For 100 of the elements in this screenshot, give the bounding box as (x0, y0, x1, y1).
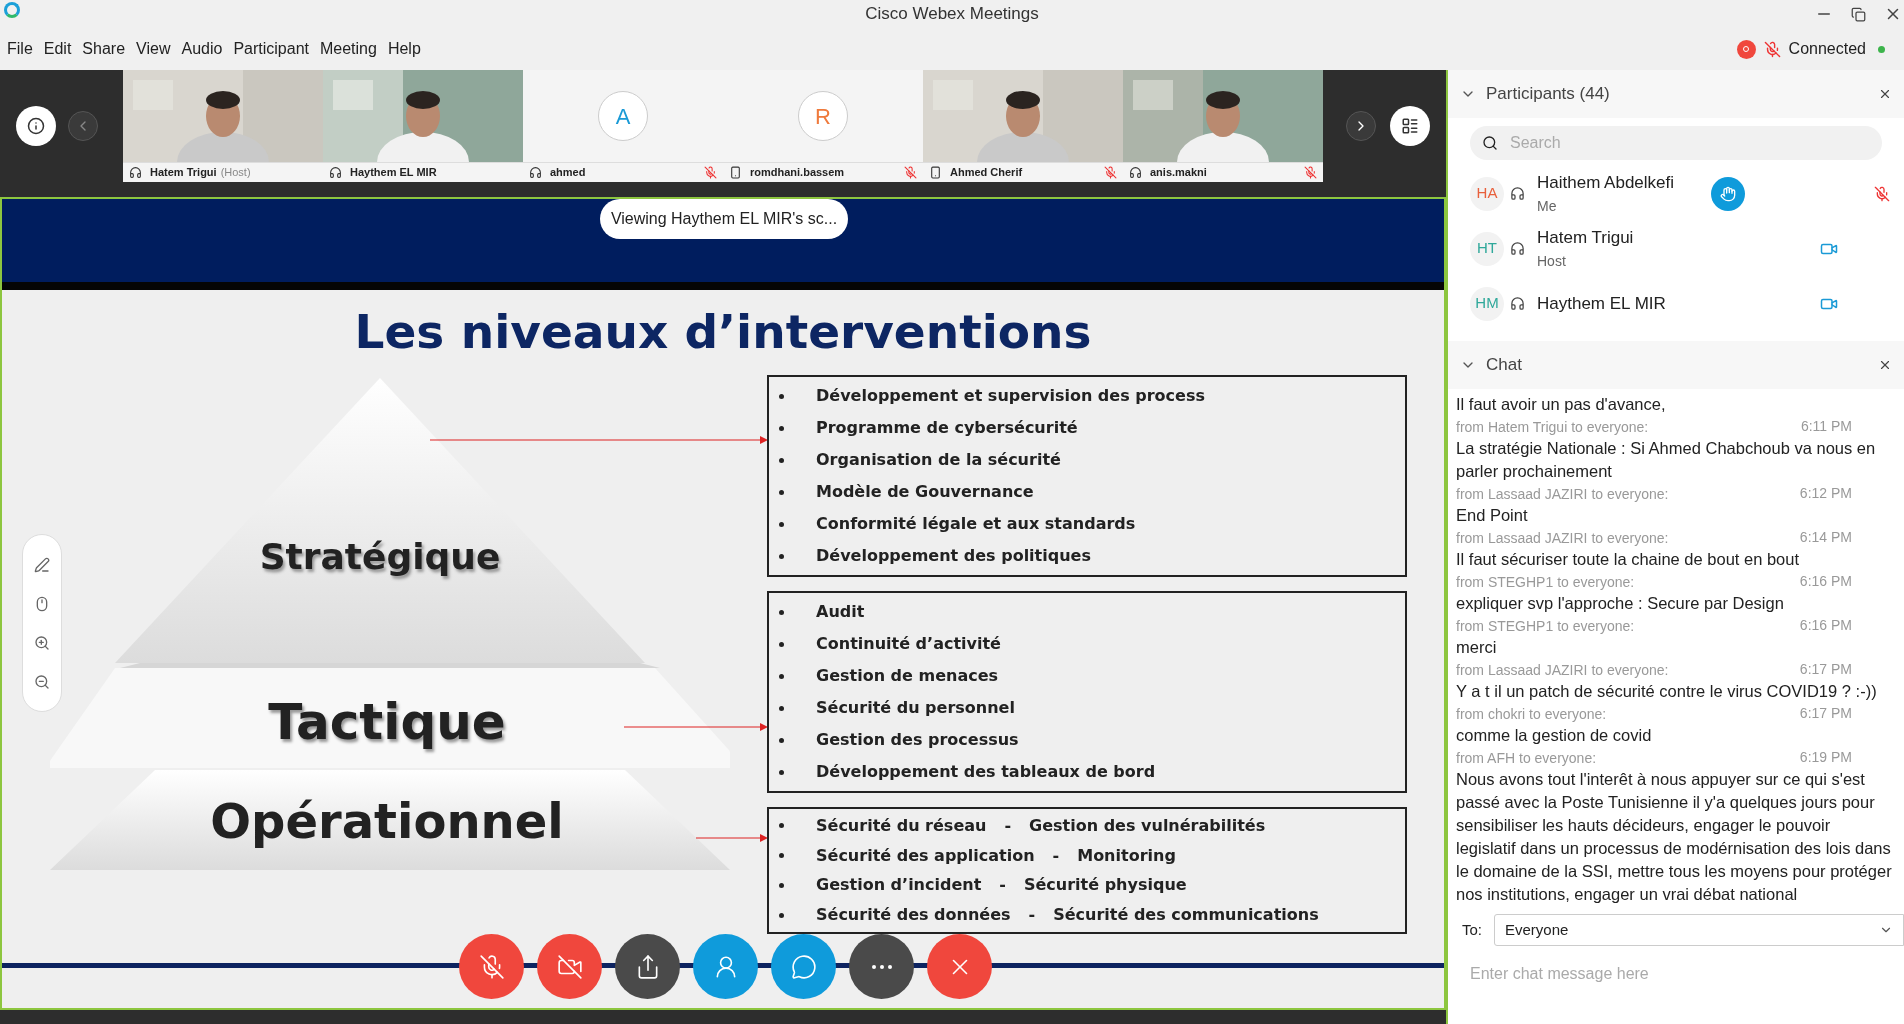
dash: - (1028, 904, 1036, 927)
chat-message: End Point (1456, 505, 1529, 526)
close-icon[interactable] (1878, 358, 1892, 372)
participant-name: romdhani.bassem (750, 165, 845, 181)
info-button[interactable] (16, 106, 56, 146)
bullet-text: Développement des tableaux de bord (816, 761, 1156, 783)
message-time: 6:17 PM (1799, 704, 1852, 723)
chat-message: La stratégie Nationale : Si Ahmed Chabchoub va nous en parler prochainement (1456, 438, 1877, 482)
bullet-text: Sécurité des application (816, 844, 1035, 867)
bullet-text: Développement et supervision des process (816, 385, 1205, 407)
chat-bubble-icon (790, 953, 817, 980)
slide-title: Les niveaux d’interventions (354, 308, 1092, 361)
chat-message: merci (1456, 637, 1498, 658)
bullet-text: Gestion des processus (816, 729, 1019, 751)
bullet-text: Gestion d’incident (816, 874, 982, 897)
message-sender: from Lassaad JAZIRI to everyone: (1456, 484, 1669, 504)
participant-row[interactable]: HT Hatem Trigui Host (1448, 221, 1904, 276)
viewing-banner: Viewing Haythem EL MIR's sc... (600, 199, 848, 239)
bullet-icon (779, 553, 784, 559)
muted-mic-icon (478, 953, 505, 980)
pyramid-level-label: Tactique (268, 692, 506, 753)
dash: - (1004, 814, 1012, 837)
avatar: A (598, 91, 648, 141)
panel-title: Chat (1486, 354, 1522, 377)
bullet-icon (779, 457, 784, 463)
message-time: 6:16 PM (1799, 616, 1852, 635)
bullet-text: Sécurité du réseau (816, 814, 987, 837)
menu-item[interactable]: Share (82, 37, 126, 61)
headset-icon (1510, 296, 1525, 311)
bullet-icon (779, 425, 784, 431)
message-time: 6:17 PM (1799, 660, 1852, 679)
menu-item[interactable]: Participant (233, 37, 309, 61)
bullet-text: Gestion des vulnérabilités (1029, 814, 1266, 837)
host-label: (Host) (220, 165, 251, 181)
participant-name: Hatem Trigui (150, 165, 217, 181)
headset-icon (1510, 186, 1525, 201)
menu-item[interactable]: View (136, 37, 171, 61)
bullet-icon (779, 641, 784, 647)
chat-input[interactable]: Enter chat message here (1470, 962, 1904, 986)
bullet-text: Développement des politiques (816, 545, 1091, 567)
participant-name: anis.makni (1150, 165, 1207, 181)
participant-name: Haythem EL MIR (350, 165, 437, 181)
bullet-text: Modèle de Gouvernance (816, 481, 1034, 503)
avatar: HM (1470, 286, 1504, 321)
panel-title: Participants (44) (1486, 83, 1610, 106)
message-sender: from Lassaad JAZIRI to everyone: (1456, 660, 1669, 680)
bullet-text: Sécurité physique (1023, 874, 1187, 897)
bullet-icon (779, 853, 784, 859)
pen-icon[interactable] (34, 556, 50, 573)
message-sender: from chokri to everyone: (1456, 704, 1607, 724)
message-sender: from STEGHP1 to everyone: (1456, 572, 1635, 592)
message-sender: from STEGHP1 to everyone: (1456, 616, 1635, 636)
bullet-text: Sécurité des communications (1053, 904, 1319, 927)
menu-item[interactable]: Edit (43, 37, 72, 61)
pyramid-level-label: Opérationnel (210, 792, 564, 851)
message-time: 6:19 PM (1799, 748, 1852, 767)
message-time: 6:14 PM (1799, 528, 1852, 547)
message-time: 6:12 PM (1799, 484, 1852, 503)
message-sender: from Lassaad JAZIRI to everyone: (1456, 528, 1669, 548)
zoom-in-icon[interactable] (34, 634, 50, 651)
muted-mic-icon[interactable] (1763, 40, 1781, 58)
participant-name: Hatem Trigui (1537, 227, 1635, 250)
layout-icon (1401, 117, 1419, 135)
bullet-icon (779, 673, 784, 679)
bullet-icon (779, 737, 784, 743)
window-title: Cisco Webex Meetings (865, 3, 1039, 26)
chat-message: Y a t il un patch de sécurité contre le virus COVID19 ? :-)) (1456, 681, 1878, 702)
record-icon[interactable] (1736, 39, 1756, 59)
bullet-icon (779, 823, 784, 829)
connection-status: Connected (1788, 39, 1866, 59)
bullet-text: Monitoring (1077, 844, 1176, 867)
avatar: HT (1470, 231, 1504, 266)
close-icon[interactable] (1878, 87, 1892, 101)
app-logo-icon (4, 2, 20, 18)
restore-icon[interactable] (1851, 6, 1866, 22)
participant-name: Haythem EL MIR (1537, 292, 1667, 315)
menu-item[interactable]: Audio (181, 37, 223, 61)
menu-item[interactable]: File (7, 37, 33, 61)
message-sender: from AFH to everyone: (1456, 748, 1597, 768)
dash: - (1052, 844, 1060, 867)
layout-button[interactable] (1390, 106, 1430, 146)
zoom-out-icon[interactable] (34, 673, 50, 690)
menu-item[interactable]: Meeting (319, 37, 377, 61)
headset-icon (1510, 241, 1525, 256)
participant-row[interactable]: HM Haythem EL MIR (1448, 276, 1904, 331)
video-off-icon (556, 953, 583, 980)
bullet-text: Sécurité du personnel (816, 697, 1015, 719)
chat-message: Nous avons tout l'interêt à nous appuyer sur ce qui s'est passé avec la Poste Tunisienne il y'a quelques jours pour sensibiliser les hauts décideurs, engager le pouvoir legislatif dans un processus de modérnisation des lois dans le domaine de la SSI, mettre tous les moyens pour protéger nos institutions, engager un vrai débat national (1456, 769, 1892, 905)
participant-role: Host (1537, 251, 1567, 271)
participant-row[interactable]: HA Haithem Abdelkefi Me (1448, 166, 1904, 221)
bullet-text: Sécurité des données (816, 904, 1011, 927)
message-time: 6:16 PM (1799, 572, 1852, 591)
menu-item[interactable]: Help (387, 37, 421, 61)
search-field[interactable]: Search (1470, 126, 1882, 160)
mouse-icon[interactable] (34, 595, 50, 612)
next-button[interactable] (1346, 111, 1376, 141)
bullet-text: Audit (816, 601, 865, 623)
bullet-icon (779, 705, 784, 711)
search-icon (1482, 135, 1498, 151)
recipient-dropdown[interactable]: Everyone (1494, 914, 1904, 946)
